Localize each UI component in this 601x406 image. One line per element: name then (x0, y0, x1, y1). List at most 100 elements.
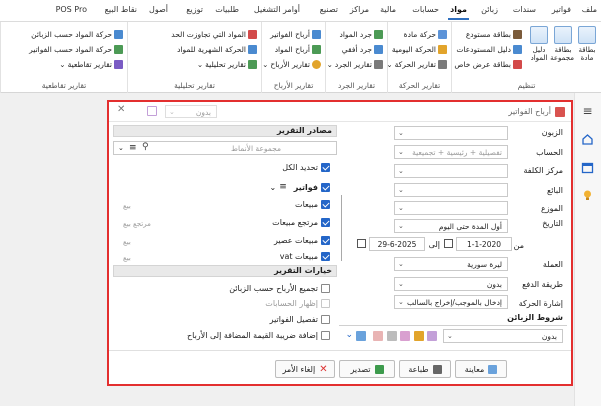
source-type: بيع (123, 254, 131, 262)
condition-save-icon[interactable] (400, 331, 410, 341)
tree-line (341, 195, 342, 261)
source-type: مرتجع بيع (123, 220, 151, 228)
list-menu-icon[interactable]: ≡ (279, 182, 287, 192)
list-menu-icon[interactable]: ≡ (129, 143, 137, 153)
print-button[interactable]: طباعة (399, 360, 451, 378)
source-checkbox[interactable] (321, 218, 330, 227)
seller-select[interactable]: ⌄ (394, 183, 508, 197)
over-limit-materials-button[interactable]: المواد التي تجاوزت الحد (171, 30, 257, 39)
lightbulb-icon[interactable] (581, 189, 594, 202)
source-checkbox[interactable] (321, 252, 330, 261)
source-item[interactable]: مبيعات عصير (274, 236, 330, 245)
material-movement-button[interactable]: حركة مادة (404, 30, 447, 39)
search-icon[interactable]: ⚲ (142, 142, 149, 152)
movement-reports-dropdown[interactable]: تقارير الحركة ⌄ (386, 60, 447, 69)
condition-copy-icon[interactable] (387, 331, 397, 341)
settings-icon[interactable] (147, 106, 157, 116)
chevron-down-icon: ⌄ (326, 60, 333, 69)
tab-customers[interactable]: زبائن (481, 5, 498, 14)
materials-by-invoices-button[interactable]: حركة المواد حسب الفواتير (29, 45, 123, 54)
condition-add-icon[interactable] (414, 331, 424, 341)
cost-center-select[interactable]: ⌄ (394, 164, 508, 178)
select-all-checkbox[interactable] (321, 163, 330, 172)
calendar-icon[interactable] (581, 161, 594, 174)
option-checkbox[interactable] (321, 284, 330, 293)
select-all-option[interactable]: تحديد الكل (282, 163, 330, 172)
tab-invoices[interactable]: فواتير (552, 5, 571, 14)
calendar-icon[interactable] (357, 239, 366, 248)
currency-select[interactable]: ⌄ ليرة سورية (394, 257, 508, 271)
source-item[interactable]: مرتجع مبيعات (272, 218, 330, 227)
material-card-button[interactable]: بطاقة مادة (576, 26, 598, 62)
date-period-select[interactable]: ⌄ أول المدة حتى اليوم (394, 219, 508, 233)
group-movement-reports: حركة مادة الحركة اليومية تقارير الحركة ⌄ … (386, 22, 451, 93)
invoices-group[interactable]: فواتير ≡ ⌄ (270, 182, 330, 192)
condition-delete-icon[interactable] (373, 331, 383, 341)
home-icon[interactable] (581, 133, 594, 146)
movement-sign-select[interactable]: ⌄ إدخال بالموجب/إخراج بالسالب (394, 295, 508, 309)
invoice-profits-button[interactable]: أرباح الفواتير (270, 30, 321, 39)
source-checkbox[interactable] (321, 200, 330, 209)
tab-pos[interactable]: نقاط البيع (105, 5, 137, 14)
condition-text-icon[interactable] (356, 331, 366, 341)
condition-settings-icon[interactable] (427, 331, 437, 341)
tab-file[interactable]: ملف (582, 5, 597, 14)
distributor-label: الموزع (540, 204, 563, 213)
tab-materials[interactable]: مواد (448, 5, 469, 20)
export-button[interactable]: تصدير (339, 360, 395, 378)
detail-invoices-option[interactable]: تفصيل الفواتير (270, 315, 330, 324)
source-item[interactable]: مبيعات vat (280, 252, 330, 261)
invoices-group-checkbox[interactable] (321, 182, 330, 192)
account-select[interactable]: ⌄ تفصيلية + رئيسية + تجميعية (394, 145, 508, 159)
warehouses-guide-button[interactable]: دليل المستودعات (456, 45, 522, 54)
source-item[interactable]: مبيعات (295, 200, 330, 209)
profit-reports-dropdown[interactable]: تقارير الأرباح ⌄ (262, 60, 321, 69)
materials-inventory-button[interactable]: جرد المواد (339, 30, 383, 39)
tab-centers[interactable]: مراكز (350, 5, 369, 14)
group-card-button[interactable]: بطاقة مجموعة (550, 26, 574, 62)
tab-vouchers[interactable]: سندات (513, 5, 536, 14)
inventory-reports-dropdown[interactable]: تقارير الجرد ⌄ (327, 60, 383, 69)
tab-finance[interactable]: مالية (380, 5, 396, 14)
tab-assets[interactable]: أصول (149, 5, 168, 14)
sources-search-box[interactable]: مجموعة الأنماط ⌄ ≡ ⚲ (113, 141, 337, 155)
cancel-button[interactable]: ✕ إلغاء الأمر (275, 360, 335, 378)
materials-guide-button[interactable]: دليل المواد (528, 26, 550, 62)
from-date-input[interactable]: 1-1-2020 (456, 237, 512, 251)
analytic-reports-dropdown[interactable]: تقارير تحليلية ⌄ (197, 60, 257, 69)
monthly-movement-button[interactable]: الحركة الشهرية للمواد (177, 45, 257, 54)
menu-icon[interactable]: ≡ (581, 105, 594, 119)
tab-accounts[interactable]: حسابات (412, 5, 439, 14)
materials-by-customers-button[interactable]: حركة المواد حسب الزبائن (31, 30, 123, 39)
customer-conditions-select[interactable]: ⌄ بدون (443, 329, 563, 343)
source-checkbox[interactable] (321, 236, 330, 245)
payment-method-select[interactable]: ⌄ بدون (394, 277, 508, 291)
saved-settings-select[interactable]: ⌄ بدون (165, 105, 217, 118)
warehouse-card-button[interactable]: بطاقة مستودع (466, 30, 522, 39)
inventory-icon (374, 30, 383, 39)
option-checkbox[interactable] (321, 315, 330, 324)
tab-work-orders[interactable]: أوامر التشغيل (254, 5, 300, 14)
customer-select[interactable]: ⌄ (394, 126, 508, 140)
to-date-input[interactable]: 29-6-2025 (369, 237, 425, 251)
chevron-down-icon: ⌄ (196, 60, 204, 69)
tab-manufacturing[interactable]: تصنيع (320, 5, 338, 14)
special-offer-card-button[interactable]: بطاقة عرض خاص (454, 60, 522, 69)
option-checkbox[interactable] (321, 331, 330, 340)
group-profits-by-customer-option[interactable]: تجميع الأرباح حسب الزبائن (229, 284, 330, 293)
add-vat-to-profits-option[interactable]: إضافة ضريبة القيمة المضافة إلى الأرباح (187, 331, 330, 340)
tab-pos-pro[interactable]: POS Pro (56, 5, 87, 14)
distributor-select[interactable]: ⌄ (394, 201, 508, 215)
preview-button[interactable]: معاينة (455, 360, 507, 378)
daily-movement-button[interactable]: الحركة اليومية (392, 45, 447, 54)
chevron-down-icon[interactable]: ⌄ (270, 183, 277, 192)
chevron-down-icon[interactable]: ⌄ (345, 330, 353, 340)
tab-distribution[interactable]: توزيع (186, 5, 203, 14)
cross-reports-dropdown[interactable]: تقارير تقاطعية ⌄ (59, 60, 123, 69)
material-profits-button[interactable]: أرباح المواد (275, 45, 321, 54)
horizontal-inventory-button[interactable]: جرد أفقي (342, 45, 383, 54)
close-icon[interactable]: ✕ (117, 104, 125, 115)
report-options-header: خيارات التقرير (113, 265, 337, 277)
calendar-icon[interactable] (444, 239, 453, 248)
tab-orders[interactable]: طلبيات (215, 5, 239, 14)
